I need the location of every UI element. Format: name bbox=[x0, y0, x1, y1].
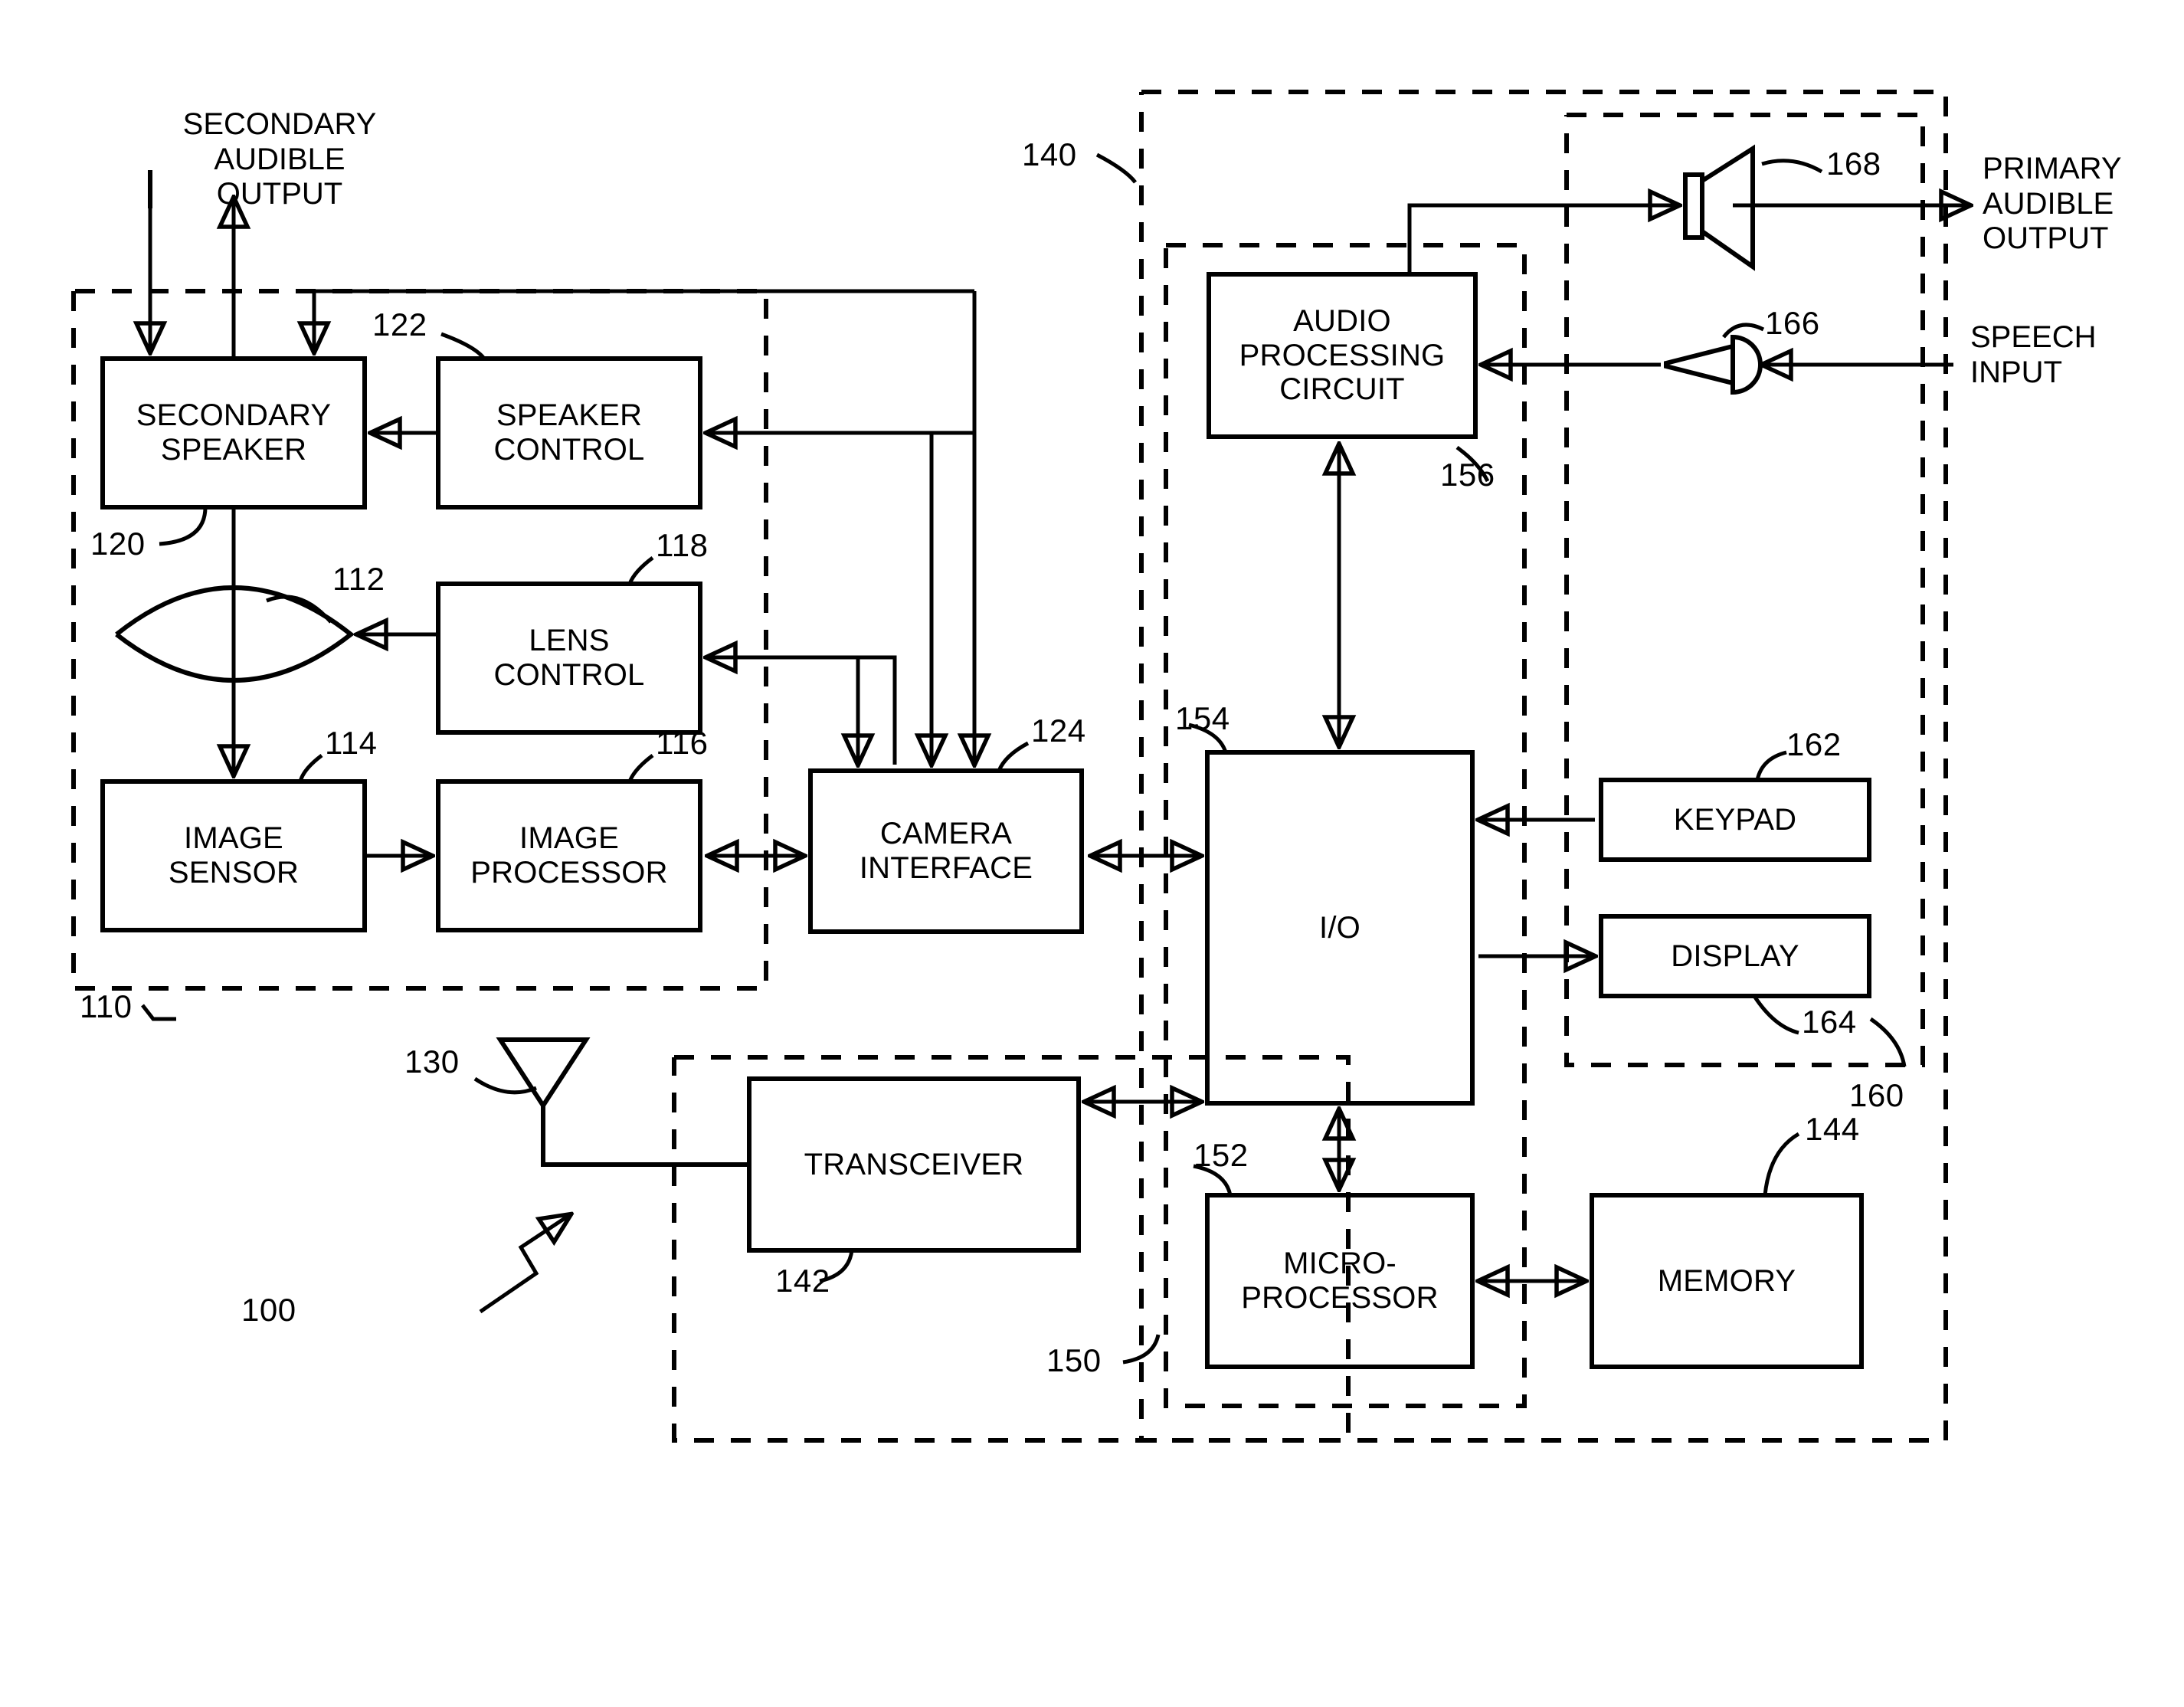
leader-112 bbox=[266, 595, 332, 624]
block-keypad bbox=[1599, 778, 1871, 862]
ref-164: 164 bbox=[1802, 1004, 1857, 1040]
leader-116 bbox=[627, 754, 654, 782]
ref-152: 152 bbox=[1194, 1137, 1249, 1173]
block-image-processor bbox=[436, 779, 702, 932]
leader-100 bbox=[479, 1214, 571, 1314]
ref-120: 120 bbox=[90, 526, 146, 562]
leader-164 bbox=[1752, 994, 1799, 1035]
label-primary-audible-output: PRIMARY AUDIBLE OUTPUT bbox=[1983, 152, 2122, 256]
ref-142: 142 bbox=[775, 1263, 830, 1299]
block-audio-processing-circuit bbox=[1207, 272, 1478, 439]
ref-130: 130 bbox=[404, 1044, 460, 1080]
block-lens-control bbox=[436, 582, 702, 735]
block-speaker-control bbox=[436, 356, 702, 509]
ref-166: 166 bbox=[1765, 305, 1820, 341]
leader-166 bbox=[1722, 323, 1765, 339]
ref-122: 122 bbox=[372, 306, 427, 342]
block-memory bbox=[1590, 1193, 1864, 1369]
block-display bbox=[1599, 914, 1871, 998]
leader-114 bbox=[298, 754, 323, 782]
block-camera-interface bbox=[808, 768, 1084, 934]
leader-110 bbox=[141, 1004, 176, 1021]
wire-camera-interface-to-lens-control bbox=[706, 657, 897, 765]
block-io bbox=[1205, 750, 1475, 1106]
block-secondary-speaker bbox=[100, 356, 367, 509]
ref-150: 150 bbox=[1046, 1342, 1102, 1378]
ref-114: 114 bbox=[325, 725, 378, 761]
ref-110: 110 bbox=[80, 988, 133, 1024]
wire-camera-interface-to-speaker-control bbox=[706, 433, 977, 765]
leader-118 bbox=[627, 556, 654, 585]
leader-144 bbox=[1763, 1132, 1800, 1196]
figure-canvas: SECONDARY AUDIBLE OUTPUT PRIMARY AUDIBLE… bbox=[0, 0, 2184, 1707]
ref-154: 154 bbox=[1175, 700, 1230, 736]
label-speech-input: SPEECH INPUT bbox=[1970, 320, 2097, 389]
ref-162: 162 bbox=[1786, 726, 1842, 762]
block-image-sensor bbox=[100, 779, 367, 932]
leader-168 bbox=[1761, 159, 1823, 174]
ref-116: 116 bbox=[656, 725, 709, 761]
ref-160: 160 bbox=[1849, 1077, 1904, 1113]
ref-144: 144 bbox=[1805, 1111, 1860, 1147]
ref-168: 168 bbox=[1826, 146, 1881, 182]
leader-124 bbox=[997, 741, 1030, 772]
microphone-symbol bbox=[1664, 334, 1763, 395]
leader-120 bbox=[159, 506, 208, 546]
ref-112: 112 bbox=[332, 561, 385, 597]
label-secondary-audible-output: SECONDARY AUDIBLE OUTPUT bbox=[182, 107, 377, 211]
wire-audio-to-primary-speaker bbox=[1407, 205, 1679, 274]
leader-162 bbox=[1755, 750, 1787, 781]
block-transceiver bbox=[747, 1076, 1081, 1253]
ref-156: 156 bbox=[1440, 457, 1495, 493]
diagram-svg bbox=[71, 90, 2184, 1443]
primary-speaker-symbol bbox=[1683, 144, 1755, 271]
ref-124: 124 bbox=[1031, 713, 1086, 749]
ref-118: 118 bbox=[656, 527, 709, 563]
leader-140 bbox=[1095, 152, 1137, 184]
group-boundary-radio-module bbox=[1139, 90, 1948, 1443]
leader-122 bbox=[440, 332, 486, 360]
group-boundary-camera-module bbox=[71, 289, 768, 991]
leader-160 bbox=[1869, 1017, 1907, 1067]
block-microprocessor bbox=[1205, 1193, 1475, 1369]
ref-140: 140 bbox=[1022, 136, 1077, 172]
ref-100: 100 bbox=[241, 1292, 296, 1328]
